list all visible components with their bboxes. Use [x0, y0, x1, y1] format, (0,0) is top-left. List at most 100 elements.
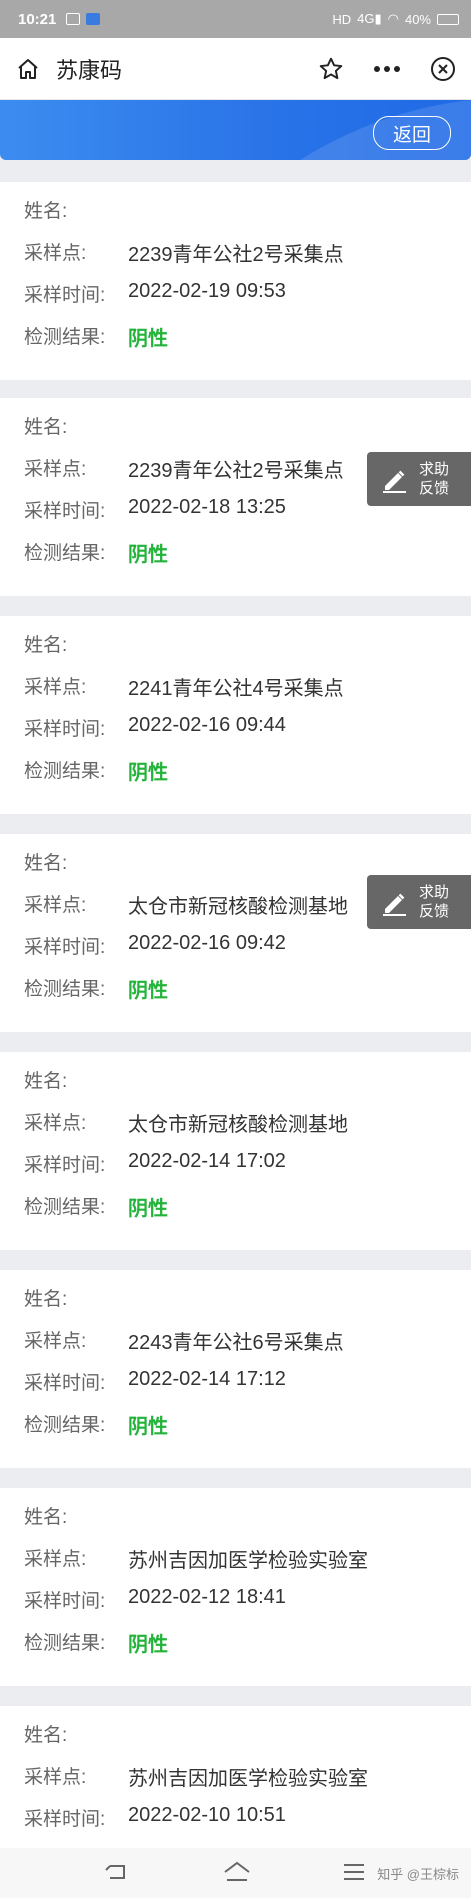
result-label: 检测结果: — [24, 979, 106, 1000]
result-row: 检测结果: 阴性 — [24, 538, 168, 566]
site-value: 2243青年公社6号采集点 — [128, 1332, 344, 1354]
battery-icon — [437, 13, 459, 25]
site-label: 采样点: — [24, 1549, 87, 1570]
time-row: 采样时间: 2022-02-14 17:12 — [24, 1368, 286, 1395]
name-row: 姓名: — [24, 1502, 67, 1529]
notification-icon — [66, 13, 81, 25]
name-label: 姓名: — [24, 1289, 68, 1310]
result-value: 阴性 — [128, 328, 168, 350]
name-row: 姓名: — [24, 1066, 67, 1093]
favorite-button[interactable] — [303, 56, 359, 82]
time-value: 2022-02-10 10:51 — [128, 1804, 286, 1826]
time-row: 采样时间: 2022-02-10 10:51 — [24, 1804, 286, 1831]
more-icon — [374, 65, 400, 72]
back-nav-icon[interactable] — [104, 1860, 130, 1884]
name-row: 姓名: — [24, 630, 67, 657]
feedback-line1: 求助 — [419, 884, 450, 901]
site-row: 采样点: 2241青年公社4号采集点 — [24, 672, 344, 700]
header-banner: 返回 — [0, 100, 471, 160]
time-row: 采样时间: 2022-02-12 18:41 — [24, 1586, 286, 1613]
result-value: 阴性 — [128, 980, 168, 1002]
star-icon — [319, 57, 343, 79]
site-value: 太仓市新冠核酸检测基地 — [128, 896, 348, 918]
site-value: 2241青年公社4号采集点 — [128, 678, 344, 700]
feedback-line2: 反馈 — [419, 903, 450, 920]
wifi-icon: ◠ — [387, 11, 399, 26]
time-label: 采样时间: — [24, 1155, 106, 1176]
home-button[interactable] — [0, 57, 56, 81]
time-label: 采样时间: — [24, 719, 106, 740]
time-label: 采样时间: — [24, 1591, 106, 1612]
result-row: 检测结果: 阴性 — [24, 1192, 168, 1220]
battery-level: 40% — [404, 11, 431, 27]
site-row: 采样点: 2239青年公社2号采集点 — [24, 454, 344, 482]
record-card: 姓名: 采样点: 太仓市新冠核酸检测基地 采样时间: 2022-02-14 17:0… — [0, 1052, 471, 1250]
time-label: 采样时间: — [24, 1809, 106, 1830]
site-value: 苏州吉因加医学检验实验室 — [128, 1768, 368, 1790]
result-row: 检测结果: 阴性 — [24, 974, 168, 1002]
site-value: 2239青年公社2号采集点 — [128, 460, 344, 482]
record-card: 姓名: 采样点: 2243青年公社6号采集点 采样时间: 2022-02-14 17… — [0, 1270, 471, 1468]
site-row: 采样点: 太仓市新冠核酸检测基地 — [24, 890, 348, 918]
app-notification-icon — [86, 13, 101, 25]
result-value: 阴性 — [128, 544, 168, 566]
site-label: 采样点: — [24, 677, 87, 698]
result-label: 检测结果: — [24, 1633, 106, 1654]
system-nav-bar: 知乎 @王棕标 — [0, 1848, 471, 1898]
result-row: 检测结果: 阴性 — [24, 322, 168, 350]
name-label: 姓名: — [24, 635, 68, 656]
site-label: 采样点: — [24, 1113, 87, 1134]
name-label: 姓名: — [24, 1507, 68, 1528]
help-feedback-button[interactable]: 求助 反馈 — [367, 452, 471, 506]
back-button[interactable]: 返回 — [373, 116, 451, 150]
site-row: 采样点: 2239青年公社2号采集点 — [24, 238, 344, 266]
time-label: 采样时间: — [24, 501, 106, 522]
home-nav-icon[interactable] — [222, 1860, 252, 1884]
site-row: 采样点: 2243青年公社6号采集点 — [24, 1326, 344, 1354]
record-card: 姓名: 采样点: 2241青年公社4号采集点 采样时间: 2022-02-16 09… — [0, 616, 471, 814]
more-button[interactable] — [359, 65, 415, 73]
time-row: 采样时间: 2022-02-14 17:02 — [24, 1150, 286, 1177]
credit-watermark: 知乎 @王棕标 — [377, 1867, 459, 1882]
edit-icon — [383, 470, 406, 493]
result-label: 检测结果: — [24, 1197, 106, 1218]
time-row: 采样时间: 2022-02-16 09:42 — [24, 932, 286, 959]
signal-icon: 4G▮ — [357, 11, 382, 26]
name-label: 姓名: — [24, 201, 68, 222]
time-label: 采样时间: — [24, 937, 106, 958]
record-card: 姓名: 采样点: 太仓市新冠核酸检测基地 采样时间: 2022-02-16 09:4… — [0, 834, 471, 1032]
name-label: 姓名: — [24, 853, 68, 874]
close-icon — [431, 56, 455, 81]
hd-icon: HD — [332, 11, 352, 27]
feedback-line1: 求助 — [419, 461, 450, 478]
time-value: 2022-02-16 09:44 — [128, 714, 286, 736]
result-value: 阴性 — [128, 1634, 168, 1656]
result-value: 阴性 — [128, 1416, 168, 1438]
result-value: 阴性 — [128, 762, 168, 784]
nav-bar: 苏康码 — [0, 38, 471, 100]
name-row: 姓名: — [24, 412, 67, 439]
menu-nav-icon[interactable] — [342, 1860, 366, 1884]
close-button[interactable] — [415, 56, 471, 82]
record-card: 姓名: 采样点: 苏州吉因加医学检验实验室 采样时间: 2022-02-10 10:… — [0, 1706, 471, 1848]
page-title: 苏康码 — [56, 57, 123, 83]
site-value: 2239青年公社2号采集点 — [128, 244, 344, 266]
record-card: 姓名: 采样点: 苏州吉因加医学检验实验室 采样时间: 2022-02-12 18:… — [0, 1488, 471, 1686]
result-label: 检测结果: — [24, 543, 106, 564]
time-row: 采样时间: 2022-02-18 13:25 — [24, 496, 286, 523]
time-row: 采样时间: 2022-02-16 09:44 — [24, 714, 286, 741]
time-value: 2022-02-14 17:12 — [128, 1368, 286, 1390]
time-value: 2022-02-12 18:41 — [128, 1586, 286, 1608]
site-row: 采样点: 苏州吉因加医学检验实验室 — [24, 1544, 368, 1572]
result-label: 检测结果: — [24, 1415, 106, 1436]
site-label: 采样点: — [24, 459, 87, 480]
site-label: 采样点: — [24, 1767, 87, 1788]
time-label: 采样时间: — [24, 1373, 106, 1394]
time-value: 2022-02-16 09:42 — [128, 932, 286, 954]
name-label: 姓名: — [24, 417, 68, 438]
edit-icon — [383, 893, 406, 916]
time-value: 2022-02-19 09:53 — [128, 280, 286, 302]
help-feedback-button[interactable]: 求助 反馈 — [367, 875, 471, 929]
result-row: 检测结果: 阴性 — [24, 1410, 168, 1438]
name-row: 姓名: — [24, 848, 67, 875]
